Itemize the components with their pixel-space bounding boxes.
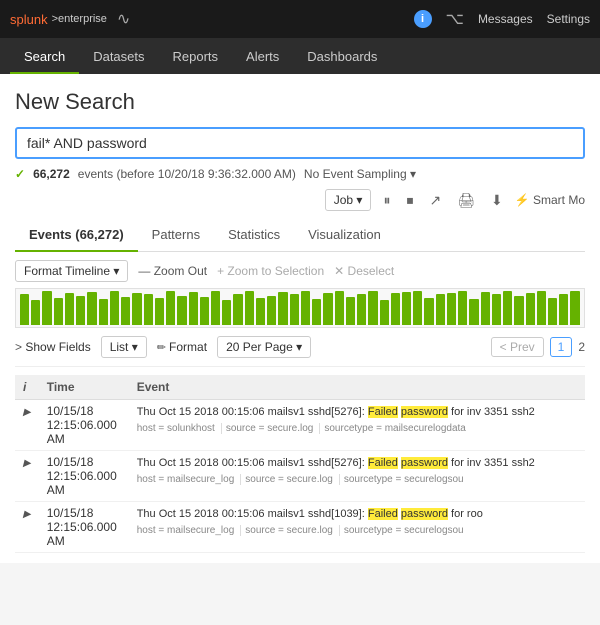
event-label: events (before 10/20/18 9:36:32.000 AM) (78, 167, 296, 181)
event-meta-item: host = mailsecure_log (137, 525, 242, 536)
settings-menu[interactable]: Settings (547, 12, 590, 26)
prev-page-button[interactable]: < Prev (491, 337, 544, 357)
logo-enterprise-text: >enterprise (52, 13, 107, 25)
pagination: < Prev 1 2 (491, 337, 585, 357)
timeline-controls: Format Timeline — Zoom Out + Zoom to Sel… (15, 260, 585, 282)
logo-splunk-text: splunk (10, 12, 48, 27)
event-meta-item: source = secure.log (226, 423, 321, 434)
event-meta: host = solunkhost source = secure.logsour… (137, 423, 577, 434)
search-box-container (15, 127, 585, 159)
highlight-password: password (401, 508, 448, 520)
search-input[interactable] (27, 135, 573, 151)
list-mode-button[interactable]: List (101, 336, 147, 358)
export-button[interactable]: ⬇ (487, 190, 507, 211)
top-bar-left: splunk >enterprise ∿ (10, 9, 130, 29)
highlight-password: password (401, 457, 448, 469)
events-table: i Time Event ▶ 10/15/18 12:15:06.000 AMTh… (15, 375, 585, 553)
status-bar: ✓ 66,272 events (before 10/20/18 9:36:32… (15, 167, 585, 181)
tab-events[interactable]: Events (66,272) (15, 219, 138, 252)
share-button[interactable]: ↗ (425, 190, 445, 211)
second-nav: Search Datasets Reports Alerts Dashboard… (0, 38, 600, 74)
smart-mode-button[interactable]: ⚡ Smart Mo (515, 193, 585, 207)
timeline-chart (15, 288, 585, 328)
event-time: 10/15/18 12:15:06.000 AM (39, 400, 129, 451)
nav-tab-alerts[interactable]: Alerts (232, 41, 293, 74)
tab-patterns[interactable]: Patterns (138, 219, 214, 252)
highlight-password: password (401, 406, 448, 418)
table-row: ▶ 10/15/18 12:15:06.000 AMThu Oct 15 2018… (15, 400, 585, 451)
messages-menu[interactable]: Messages (478, 12, 533, 26)
expand-arrow[interactable]: ▶ (23, 458, 31, 469)
event-cell: Thu Oct 15 2018 00:15:06 mailsv1 sshd[52… (129, 400, 585, 451)
status-check-icon: ✓ (15, 167, 25, 181)
show-fields-button[interactable]: Show Fields (15, 338, 91, 356)
col-header-event: Event (129, 375, 585, 400)
highlight-failed: Failed (368, 406, 398, 418)
zoom-out-button[interactable]: — Zoom Out (138, 264, 207, 278)
highlight-failed: Failed (368, 508, 398, 520)
event-meta-item: sourcetype = securelogsou (344, 474, 470, 485)
tab-visualization[interactable]: Visualization (294, 219, 395, 252)
page-title: New Search (15, 89, 585, 115)
zoom-selection-label: + Zoom to Selection (217, 264, 324, 278)
table-row: ▶ 10/15/18 12:15:06.000 AMThu Oct 15 2018… (15, 502, 585, 553)
expand-arrow[interactable]: ▶ (23, 407, 31, 418)
current-page: 1 (550, 337, 573, 357)
print-button[interactable]: 🖨 (453, 190, 479, 211)
activity-icon[interactable]: ∿ (117, 9, 130, 29)
nav-tab-reports[interactable]: Reports (159, 41, 233, 74)
format-button[interactable]: Format (157, 340, 207, 354)
pause-button[interactable]: ⏸ (379, 190, 394, 211)
nav-tab-datasets[interactable]: Datasets (79, 41, 158, 74)
job-button[interactable]: Job (325, 189, 372, 211)
event-meta-item: source = secure.log (245, 474, 340, 485)
event-meta-item: sourcetype = securelogsou (344, 525, 470, 536)
event-time: 10/15/18 12:15:06.000 AM (39, 451, 129, 502)
tab-statistics[interactable]: Statistics (214, 219, 294, 252)
event-cell: Thu Oct 15 2018 00:15:06 mailsv1 sshd[10… (129, 502, 585, 553)
next-page-link[interactable]: 2 (578, 340, 585, 354)
table-row: ▶ 10/15/18 12:15:06.000 AMThu Oct 15 2018… (15, 451, 585, 502)
event-meta-item: host = mailsecure_log (137, 474, 242, 485)
event-meta: host = mailsecure_logsource = secure.log… (137, 525, 577, 536)
event-cell: Thu Oct 15 2018 00:15:06 mailsv1 sshd[52… (129, 451, 585, 502)
format-timeline-button[interactable]: Format Timeline (15, 260, 128, 282)
expand-arrow[interactable]: ▶ (23, 509, 31, 520)
deselect-button[interactable]: ✕ Deselect (334, 264, 394, 278)
event-meta-item: sourcetype = mailsecurelogdata (324, 423, 471, 434)
nav-tab-dashboards[interactable]: Dashboards (293, 41, 391, 74)
logo: splunk >enterprise (10, 12, 107, 27)
col-header-i: i (15, 375, 39, 400)
page-content: New Search ✓ 66,272 events (before 10/20… (0, 74, 600, 563)
event-meta-item: host = solunkhost (137, 423, 222, 434)
top-bar: splunk >enterprise ∿ i ⌥ Messages Setting… (0, 0, 600, 38)
event-time: 10/15/18 12:15:06.000 AM (39, 502, 129, 553)
event-meta-item: source = secure.log (245, 525, 340, 536)
activity-icon2[interactable]: ⌥ (446, 9, 464, 29)
job-bar: Job ⏸ ⏹ ↗ 🖨 ⬇ ⚡ Smart Mo (15, 189, 585, 211)
col-header-time: Time (39, 375, 129, 400)
nav-tab-search[interactable]: Search (10, 41, 79, 74)
event-count: 66,272 (33, 167, 70, 181)
list-controls: Show Fields List Format 20 Per Page < Pr… (15, 336, 585, 367)
per-page-button[interactable]: 20 Per Page (217, 336, 311, 358)
results-tabs: Events (66,272) Patterns Statistics Visu… (15, 219, 585, 252)
highlight-failed: Failed (368, 457, 398, 469)
info-icon[interactable]: i (414, 10, 432, 28)
sampling-button[interactable]: No Event Sampling (304, 167, 416, 181)
event-meta: host = mailsecure_logsource = secure.log… (137, 474, 577, 485)
top-bar-right: i ⌥ Messages Settings (414, 9, 591, 29)
stop-button[interactable]: ⏹ (402, 190, 417, 211)
